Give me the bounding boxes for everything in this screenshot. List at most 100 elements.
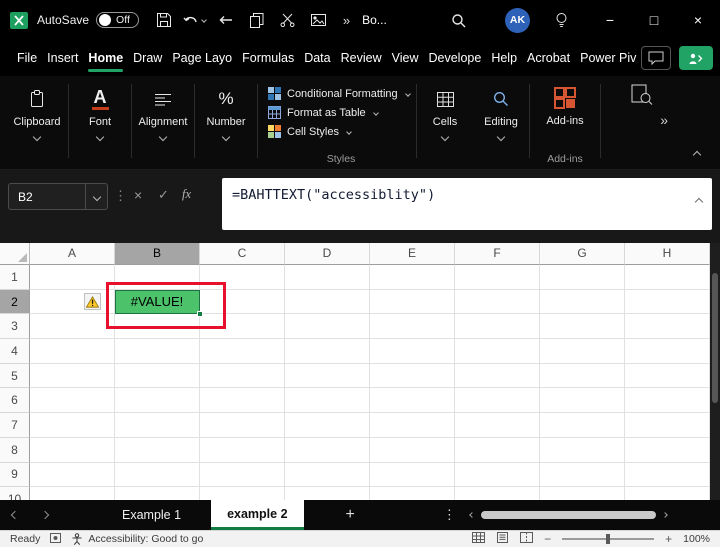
horizontal-scrollbar-thumb[interactable] (480, 511, 656, 519)
cell-D7[interactable] (285, 413, 370, 438)
editing-group-button[interactable]: Editing (473, 76, 529, 169)
cell-B4[interactable] (115, 339, 200, 364)
cell-E1[interactable] (370, 265, 455, 290)
tab-formulas[interactable]: Formulas (237, 40, 299, 76)
vertical-scrollbar-thumb[interactable] (712, 273, 718, 403)
column-header-D[interactable]: D (285, 243, 370, 265)
cell-C2[interactable] (200, 289, 285, 315)
number-group-button[interactable]: % Number (195, 76, 257, 169)
cell-C8[interactable] (200, 437, 285, 463)
conditional-formatting-button[interactable]: Conditional Formatting (268, 84, 414, 103)
cell-E10[interactable] (370, 487, 455, 500)
normal-view-button[interactable] (472, 532, 486, 546)
insert-function-button[interactable]: fx (182, 187, 191, 202)
cell-G2[interactable] (540, 289, 625, 315)
analyze-data-button[interactable] (631, 84, 653, 110)
cell-F4[interactable] (455, 339, 540, 364)
cell-F10[interactable] (455, 487, 540, 500)
cell-D1[interactable] (285, 265, 370, 290)
cell-G6[interactable] (540, 388, 625, 414)
cell-H7[interactable] (625, 413, 710, 438)
column-header-A[interactable]: A (30, 243, 115, 265)
cell-F7[interactable] (455, 413, 540, 438)
tab-power-pivot[interactable]: Power Piv (575, 40, 641, 76)
row-header-2[interactable]: 2 (0, 289, 30, 315)
cell-C6[interactable] (200, 388, 285, 414)
cell-G7[interactable] (540, 413, 625, 438)
row-header-3[interactable]: 3 (0, 314, 30, 340)
row-header-7[interactable]: 7 (0, 413, 30, 438)
row-header-9[interactable]: 9 (0, 462, 30, 488)
previous-sheet-button[interactable] (0, 510, 30, 520)
new-sheet-button[interactable]: + (346, 506, 355, 524)
tab-page-layout[interactable]: Page Layo (167, 40, 237, 76)
cell-G10[interactable] (540, 487, 625, 500)
formula-input[interactable]: =BAHTTEXT("accessiblity") (222, 178, 712, 230)
maximize-button[interactable]: □ (632, 0, 676, 40)
cell-D3[interactable] (285, 314, 370, 340)
zoom-slider[interactable] (562, 534, 655, 544)
cell-E4[interactable] (370, 339, 455, 364)
cell-C5[interactable] (200, 363, 285, 389)
cell-A7[interactable] (30, 413, 115, 438)
cell-H5[interactable] (625, 363, 710, 389)
cell-G4[interactable] (540, 339, 625, 364)
share-button[interactable] (679, 46, 714, 70)
cell-G3[interactable] (540, 314, 625, 340)
tab-insert[interactable]: Insert (42, 40, 83, 76)
name-box[interactable]: B2 (8, 183, 108, 210)
tab-developer[interactable]: Develope (423, 40, 486, 76)
cell-A5[interactable] (30, 363, 115, 389)
row-header-1[interactable]: 1 (0, 265, 30, 290)
cell-styles-button[interactable]: Cell Styles (268, 122, 414, 141)
page-layout-view-button[interactable] (496, 532, 509, 546)
cell-F3[interactable] (455, 314, 540, 340)
cell-C9[interactable] (200, 462, 285, 488)
formula-bar-handle[interactable]: ⋮ (114, 188, 127, 204)
cell-E5[interactable] (370, 363, 455, 389)
next-sheet-button[interactable] (30, 510, 60, 520)
tab-file[interactable]: File (12, 40, 42, 76)
zoom-level-button[interactable]: 100% (683, 533, 710, 545)
tab-draw[interactable]: Draw (128, 40, 167, 76)
select-all-corner[interactable] (0, 243, 30, 265)
cell-A10[interactable] (30, 487, 115, 500)
cell-B7[interactable] (115, 413, 200, 438)
column-header-E[interactable]: E (370, 243, 455, 265)
cell-B5[interactable] (115, 363, 200, 389)
zoom-out-button[interactable]: − (544, 532, 551, 546)
addins-label[interactable]: Add-ins (546, 115, 583, 127)
cell-B10[interactable] (115, 487, 200, 500)
sheet-tab-example-2[interactable]: example 2 (211, 500, 304, 530)
cell-B1[interactable] (115, 265, 200, 290)
column-header-G[interactable]: G (540, 243, 625, 265)
cell-D4[interactable] (285, 339, 370, 364)
sheet-tab-example-1[interactable]: Example 1 (108, 500, 195, 530)
vertical-scrollbar[interactable] (710, 243, 720, 500)
cell-G8[interactable] (540, 437, 625, 463)
cell-D10[interactable] (285, 487, 370, 500)
cell-E3[interactable] (370, 314, 455, 340)
alignment-group-button[interactable]: Alignment (132, 76, 194, 169)
cell-G9[interactable] (540, 462, 625, 488)
cell-A4[interactable] (30, 339, 115, 364)
cells-group-button[interactable]: Cells (417, 76, 473, 169)
column-header-C[interactable]: C (200, 243, 285, 265)
cell-B3[interactable] (115, 314, 200, 340)
row-header-5[interactable]: 5 (0, 363, 30, 389)
row-header-6[interactable]: 6 (0, 388, 30, 414)
tab-acrobat[interactable]: Acrobat (522, 40, 575, 76)
cell-F8[interactable] (455, 437, 540, 463)
tell-me-button[interactable] (548, 6, 574, 34)
cell-A8[interactable] (30, 437, 115, 463)
cell-E9[interactable] (370, 462, 455, 488)
picture-button[interactable] (306, 6, 332, 34)
undo-button[interactable] (182, 6, 208, 34)
back-arrow-button[interactable] (213, 6, 239, 34)
cell-A9[interactable] (30, 462, 115, 488)
minimize-button[interactable]: − (588, 0, 632, 40)
tab-data[interactable]: Data (299, 40, 335, 76)
cell-E7[interactable] (370, 413, 455, 438)
cell-B2[interactable]: #VALUE! (115, 289, 200, 315)
cell-C1[interactable] (200, 265, 285, 290)
